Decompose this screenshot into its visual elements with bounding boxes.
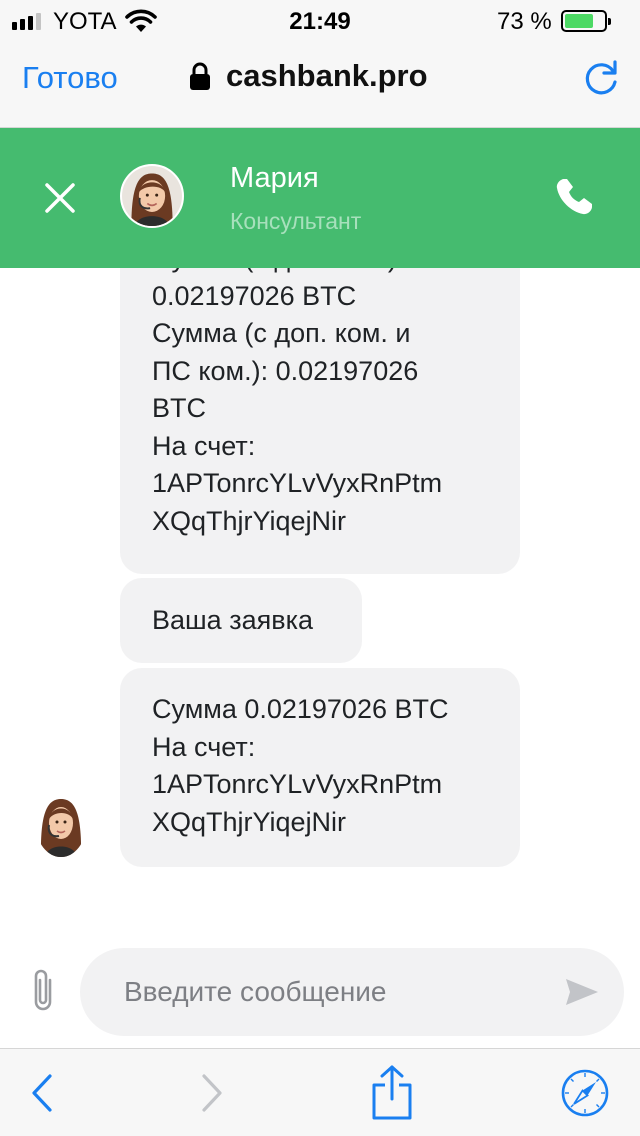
share-icon <box>372 1065 412 1120</box>
browser-bar: Готово cashbank.pro <box>0 42 640 128</box>
agent-message-avatar <box>36 793 86 857</box>
forward-icon <box>202 1074 222 1112</box>
message-line: 0.02197026 BTC <box>152 280 357 311</box>
paperclip-icon[interactable] <box>28 966 58 1014</box>
url-text: cashbank.pro <box>226 58 428 93</box>
share-button[interactable] <box>366 1049 418 1136</box>
message-line: ПС ком.): 0.02197026 <box>152 355 419 386</box>
lock-icon <box>190 62 210 90</box>
message-line: BTC <box>152 393 206 423</box>
back-icon <box>32 1074 52 1112</box>
avatar-icon <box>36 793 86 857</box>
reload-icon[interactable] <box>580 58 622 100</box>
done-button[interactable]: Готово <box>22 60 118 96</box>
open-in-safari-button[interactable] <box>558 1049 612 1136</box>
battery-percentage: 73 % <box>497 8 552 35</box>
phone-icon[interactable] <box>553 176 595 218</box>
message-line: Сумма (с доп. ком.): <box>152 268 488 278</box>
message-line: XQqThjrYiqejNir <box>152 806 347 837</box>
message-line: XQqThjrYiqejNir <box>152 505 347 536</box>
message-input[interactable] <box>124 972 544 1012</box>
battery-level <box>565 14 593 28</box>
message-line: 1APTonrcYLvVyxRnPtm <box>152 769 443 799</box>
browser-toolbar <box>0 1048 640 1136</box>
message-bubble: Сумма 0.02197026 BTC На счет: 1APTonrcYL… <box>120 668 520 867</box>
message-bubble: Сумма (с доп. ком.): 0.02197026 BTC Сумм… <box>120 268 520 574</box>
forward-button[interactable] <box>188 1049 236 1136</box>
status-bar: YOTA 21:49 73 % <box>0 0 640 42</box>
message-line: 1APTonrcYLvVyxRnPtm <box>152 468 443 498</box>
safari-compass-icon <box>561 1069 609 1117</box>
avatar-icon <box>122 166 182 226</box>
message-composer[interactable] <box>80 948 624 1036</box>
send-icon[interactable] <box>564 976 600 1008</box>
message-line: Ваша заявка <box>152 605 313 635</box>
message-line: На счет: <box>152 430 256 461</box>
agent-avatar <box>120 164 184 228</box>
message-line: Сумма 0.02197026 BTC <box>152 694 449 724</box>
message-line: На счет: <box>152 731 256 762</box>
battery-icon <box>561 10 611 32</box>
close-icon[interactable] <box>40 178 80 218</box>
chat-header: Мария Консультант <box>0 128 640 268</box>
agent-role: Консультант <box>230 208 362 234</box>
message-bubble: Ваша заявка <box>120 578 362 663</box>
agent-name: Мария <box>230 162 319 194</box>
message-line: Сумма (с доп. ком. и <box>152 318 411 348</box>
back-button[interactable] <box>18 1049 66 1136</box>
address-bar[interactable]: cashbank.pro <box>188 58 428 94</box>
chat-messages[interactable]: Сумма (с доп. ком.): 0.02197026 BTC Сумм… <box>0 268 640 948</box>
